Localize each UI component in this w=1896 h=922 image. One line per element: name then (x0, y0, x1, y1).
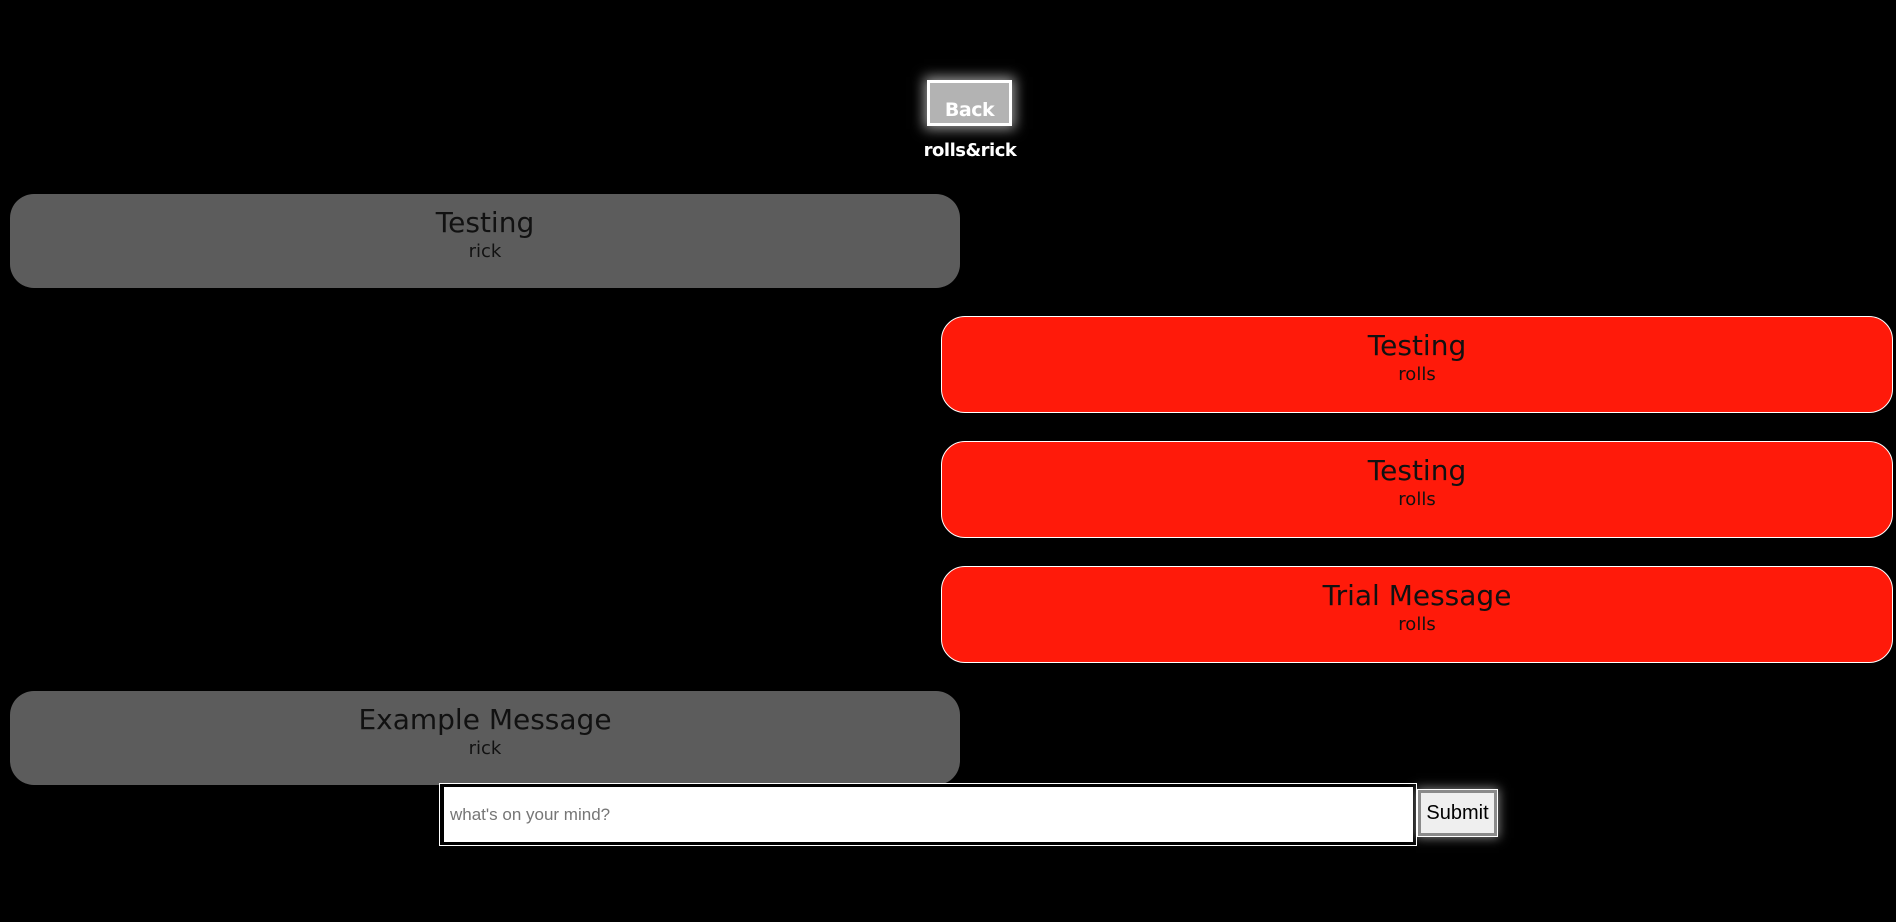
message-text: Trial Message (1322, 579, 1512, 612)
message-composer: Submit (439, 783, 1500, 846)
message-text: Testing (1367, 329, 1467, 362)
message-bubble: Testing rolls (941, 316, 1893, 413)
message-text: Example Message (358, 703, 612, 736)
message-text: Testing (1367, 454, 1467, 487)
chat-title: rolls&rick (923, 140, 1017, 161)
submit-button[interactable]: Submit (1417, 789, 1498, 837)
message-author: rick (468, 241, 502, 262)
back-button[interactable]: Back (927, 80, 1012, 126)
chat-page: Back rolls&rick Testing rick Testing rol… (0, 0, 1896, 922)
message-text: Testing (435, 206, 535, 239)
message-author: rick (468, 738, 502, 759)
message-author: rolls (1398, 614, 1436, 635)
message-author: rolls (1398, 489, 1436, 510)
message-bubble: Testing rick (10, 194, 960, 288)
message-input[interactable] (439, 783, 1417, 846)
message-bubble: Example Message rick (10, 691, 960, 785)
message-bubble: Testing rolls (941, 441, 1893, 538)
message-author: rolls (1398, 364, 1436, 385)
message-bubble: Trial Message rolls (941, 566, 1893, 663)
